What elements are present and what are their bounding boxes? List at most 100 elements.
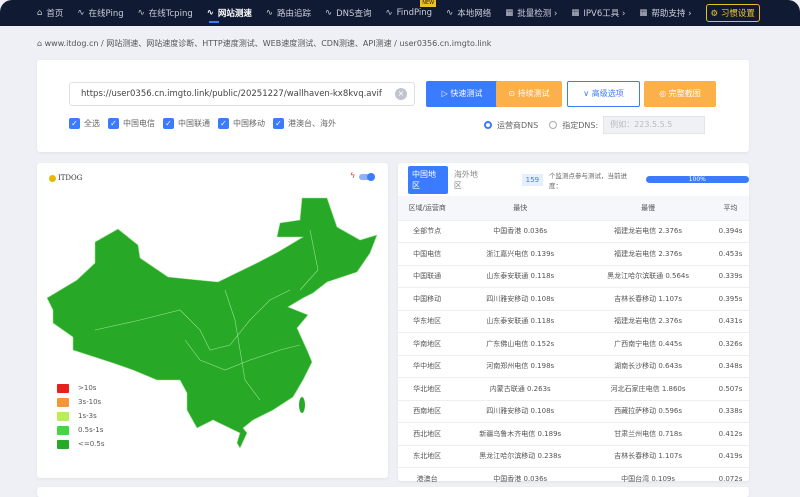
table-row[interactable]: 华北地区 内蒙古联通 0.263s 河北石家庄电信 1.860s 0.507s <box>398 377 749 401</box>
nav-item[interactable]: ∿ FindPing NEW <box>385 0 437 26</box>
legend-item[interactable]: <=0.5s <box>57 437 105 451</box>
checkbox-label: 中国电信 <box>123 119 155 128</box>
slowest-cell: 河北石家庄电信 1.860s <box>584 377 713 401</box>
checkbox-label: 全选 <box>84 119 100 128</box>
pulse-icon: ∿ <box>206 8 214 18</box>
nav-item-label: 批量检测 › <box>517 9 558 19</box>
region-cell: 华北地区 <box>398 377 457 401</box>
region-cell: 华南地区 <box>398 332 457 356</box>
fastest-cell: 内蒙古联通 0.263s <box>456 377 585 401</box>
carrier-checkbox[interactable]: ✓ 全选 <box>69 118 100 129</box>
nav-item[interactable]: ∿ 在线Ping <box>77 0 123 26</box>
home-icon: ⌂ <box>37 8 43 18</box>
legend-item[interactable]: 1s-3s <box>57 409 105 423</box>
home-icon: ⌂ <box>37 39 43 48</box>
table-row[interactable]: 华南地区 广东佛山电信 0.152s 广西南宁电信 0.445s 0.326s <box>398 332 749 356</box>
legend-swatch <box>57 425 69 435</box>
pulse-icon: ∿ <box>137 8 145 18</box>
fastest-cell: 山东泰安联通 0.118s <box>456 310 585 333</box>
slowest-cell: 吉林长春移动 1.107s <box>584 445 713 468</box>
average-cell: 0.453s <box>712 242 749 266</box>
checkbox-checked-icon: ✓ <box>273 118 284 129</box>
slowest-cell: 福建龙岩电信 2.376s <box>584 220 713 243</box>
breadcrumb-separator: / <box>101 39 104 48</box>
nav-item[interactable]: ∿ 本地网络 <box>446 0 491 26</box>
region-cell: 中国联通 <box>398 265 457 288</box>
nav-item[interactable]: ∿ 路由追踪 <box>266 0 311 26</box>
legend-item[interactable]: >10s <box>57 381 105 395</box>
fastest-cell: 新疆乌鲁木齐电信 0.189s <box>456 422 585 446</box>
habit-settings-button[interactable]: ⚙ 习惯设置 <box>705 4 760 22</box>
advanced-options-button[interactable]: ∨ 高级选项 <box>567 81 640 107</box>
carrier-checkbox[interactable]: ✓ 中国联通 <box>163 118 210 129</box>
fastest-cell: 浙江嘉兴电信 0.139s <box>456 242 585 266</box>
legend-swatch <box>57 411 69 421</box>
nav-item-label: 网站测速 <box>217 9 252 19</box>
taiwan-region-shape[interactable] <box>299 397 305 413</box>
nav-item-label: 路由追踪 <box>277 9 312 19</box>
slowest-cell: 黑龙江哈尔滨联通 0.564s <box>584 265 713 288</box>
map-legend: >10s 3s-10s 1s-3s 0.5s-1s <=0.5s <box>57 381 105 451</box>
clear-icon[interactable]: × <box>395 88 407 100</box>
carrier-checkbox[interactable]: ✓ 中国移动 <box>218 118 265 129</box>
table-row[interactable]: 东北地区 黑龙江哈尔滨移动 0.238s 吉林长春移动 1.107s 0.419s <box>398 445 749 468</box>
fastest-cell: 中国香港 0.036s <box>456 220 585 243</box>
pulse-icon: ∿ <box>265 8 273 18</box>
table-row[interactable]: 西南地区 四川雅安移动 0.108s 西藏拉萨移动 0.596s 0.338s <box>398 400 749 423</box>
habit-label: 习惯设置 <box>720 9 755 19</box>
screenshot-button[interactable]: ◎ 完整截图 <box>644 81 716 107</box>
tab-china[interactable]: 中国地区 <box>408 165 448 194</box>
table-row[interactable]: 华东地区 山东泰安联通 0.118s 福建龙岩电信 2.376s 0.431s <box>398 310 749 333</box>
fastest-cell: 黑龙江哈尔滨移动 0.238s <box>456 445 585 468</box>
table-row[interactable]: 中国联通 山东泰安联通 0.118s 黑龙江哈尔滨联通 0.564s 0.339s <box>398 265 749 288</box>
fastest-cell: 四川雅安移动 0.108s <box>456 287 585 311</box>
legend-label: 3s-10s <box>78 398 102 406</box>
column-header: 最慢 <box>584 196 713 221</box>
legend-swatch <box>57 439 69 449</box>
carrier-checkbox[interactable]: ✓ 中国电信 <box>108 118 155 129</box>
table-row[interactable]: 全部节点 中国香港 0.036s 福建龙岩电信 2.376s 0.394s <box>398 220 749 243</box>
legend-item[interactable]: 3s-10s <box>57 395 105 409</box>
table-row[interactable]: 中国移动 四川雅安移动 0.108s 吉林长春移动 1.107s 0.395s <box>398 287 749 311</box>
map-panel: ITDOG ϟ >10s 3s-10s 1s-3s 0.5s-1s <=0.5s <box>37 163 388 478</box>
url-input[interactable]: https://user0356.cn.imgto.link/public/20… <box>69 82 415 106</box>
nav-item-label: 首页 <box>46 9 64 19</box>
checkbox-label: 中国移动 <box>233 119 265 128</box>
checkbox-checked-icon: ✓ <box>69 118 80 129</box>
tab-overseas[interactable]: 海外地区 <box>454 169 486 191</box>
nav-item[interactable]: ∿ DNS查询 <box>325 0 371 26</box>
custom-dns-input[interactable]: 例如：223.5.5.5 <box>603 116 706 134</box>
gear-icon: ⚙ <box>710 9 721 19</box>
breadcrumb-home[interactable]: www.itdog.cn <box>45 39 99 48</box>
slowest-cell: 广西南宁电信 0.445s <box>584 332 713 356</box>
new-badge: NEW <box>420 0 437 7</box>
column-header: 最快 <box>456 196 585 221</box>
nav-item[interactable]: ∿ 网站测速 <box>207 0 252 26</box>
breadcrumb-section[interactable]: 网站测速、网站速度诊断、HTTP速度测试、WEB速度测试、CDN测速、API测速 <box>106 39 391 48</box>
table-row[interactable]: 华中地区 河南郑州电信 0.198s 湖南长沙移动 0.643s 0.348s <box>398 355 749 378</box>
region-cell: 华中地区 <box>398 355 457 378</box>
nav-item[interactable]: ∿ 在线Tcping <box>138 0 193 26</box>
table-row[interactable]: 西北地区 新疆乌鲁木齐电信 0.189s 甘肃兰州电信 0.718s 0.412s <box>398 422 749 446</box>
carrier-checkbox[interactable]: ✓ 港澳台、海外 <box>273 118 336 129</box>
nav-item[interactable]: ⌂ 首页 <box>37 0 63 26</box>
legend-item[interactable]: 0.5s-1s <box>57 423 105 437</box>
dns-isp-label: 运营商DNS <box>497 120 539 130</box>
test-form-panel: https://user0356.cn.imgto.link/public/20… <box>37 60 749 152</box>
slowest-cell: 西藏拉萨移动 0.596s <box>584 400 713 423</box>
node-count: 159 <box>521 173 544 186</box>
nav-item[interactable]: ▦ IPV6工具 › <box>571 0 625 26</box>
average-cell: 0.326s <box>712 332 749 356</box>
nav-item[interactable]: ▦ 批量检测 › <box>505 0 557 26</box>
dns-isp-radio[interactable] <box>484 121 492 129</box>
results-table: 区域/运营商 最快 最慢 平均 全部节点 中国香港 0.036s 福建龙岩电信 2.376s… <box>398 196 749 491</box>
region-cell: 西北地区 <box>398 422 457 446</box>
grid-icon: ▦ <box>571 8 580 18</box>
dns-custom-label: 指定DNS: <box>562 120 599 130</box>
dns-custom-radio[interactable] <box>549 121 558 129</box>
nav-item[interactable]: ▦ 帮助支持 › <box>639 0 691 26</box>
continuous-test-button[interactable]: ⊙ 持续测试 <box>496 81 562 107</box>
fast-test-button[interactable]: ▷ 快速测试 <box>426 81 498 107</box>
dns-options: 运营商DNS 指定DNS: 例如：223.5.5.5 <box>484 116 706 134</box>
table-row[interactable]: 中国电信 浙江嘉兴电信 0.139s 福建龙岩电信 2.376s 0.453s <box>398 242 749 266</box>
